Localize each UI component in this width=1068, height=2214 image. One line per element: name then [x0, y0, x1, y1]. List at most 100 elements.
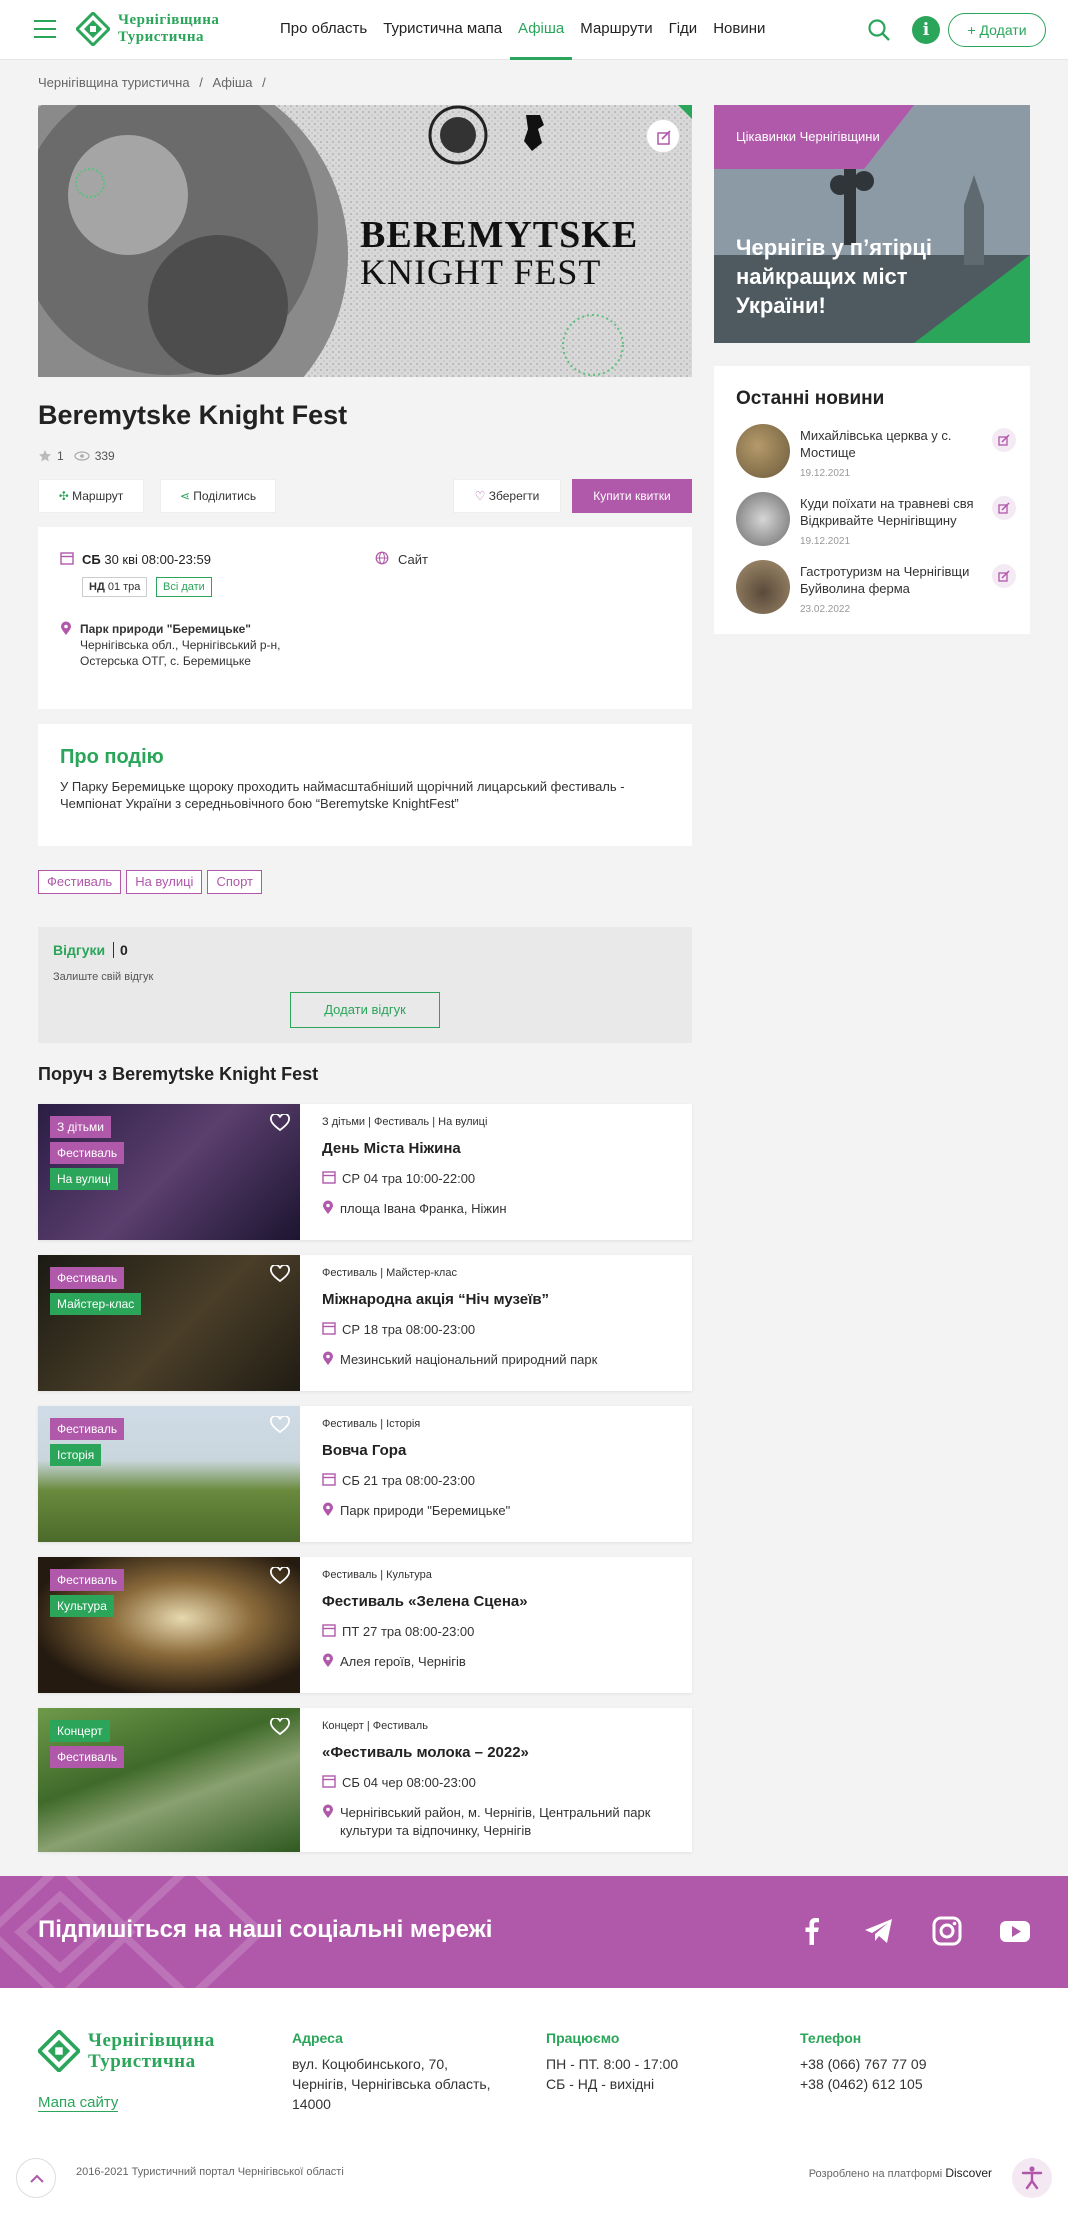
- website-link[interactable]: Сайт: [398, 552, 428, 567]
- nav-news[interactable]: Новини: [705, 0, 773, 60]
- breadcrumb-afisha[interactable]: Афіша: [212, 75, 252, 90]
- event-date: СБ 21 тра 08:00-23:00: [322, 1472, 682, 1490]
- news-item[interactable]: Михайлівська церква у с. Мостище 19.12.20…: [736, 424, 1016, 482]
- tag-sport[interactable]: Спорт: [207, 870, 262, 894]
- news-thumb: [736, 492, 790, 546]
- event-badge: Історія: [50, 1444, 102, 1466]
- add-button[interactable]: + Додати: [948, 13, 1046, 47]
- footer-logo-text: Чернігівщина Туристична: [88, 2030, 215, 2072]
- tag-festival[interactable]: Фестиваль: [38, 870, 122, 894]
- event-name[interactable]: «Фестиваль молока – 2022»: [322, 1744, 529, 1761]
- save-button[interactable]: ♡ Зберегти: [453, 479, 561, 513]
- event-location[interactable]: Парк природи "Беремицьке" Чернігівська о…: [80, 621, 281, 669]
- nearby-event-card[interactable]: Фестиваль Культура Фестиваль | Культура …: [38, 1557, 692, 1693]
- youtube-icon[interactable]: [998, 1914, 1032, 1948]
- event-place: площа Івана Франка, Ніжин: [322, 1200, 682, 1218]
- social-title: Підпишіться на наші соціальні мережі: [38, 1916, 493, 1943]
- heart-icon: ♡: [474, 489, 486, 503]
- tag-outdoor[interactable]: На вулиці: [126, 870, 203, 894]
- favorite-heart-icon[interactable]: [270, 1416, 290, 1434]
- instagram-icon[interactable]: [930, 1914, 964, 1948]
- promo-card[interactable]: Цікавинки Чернігівщини Чернігів у п’ятір…: [714, 105, 1030, 343]
- platform-link[interactable]: Discover: [945, 2166, 992, 2180]
- event-badges: Фестиваль Культура: [50, 1569, 125, 1621]
- breadcrumb-home[interactable]: Чернігівщина туристична: [38, 75, 190, 90]
- nav-about[interactable]: Про область: [272, 0, 375, 60]
- star-icon[interactable]: [38, 449, 52, 463]
- news-title: Михайлівська церква у с. Мостище: [800, 428, 952, 460]
- breadcrumb-separator: /: [199, 75, 203, 90]
- route-icon: ✣: [58, 489, 69, 503]
- share-button[interactable]: ⋖ Поділитись: [160, 479, 276, 513]
- event-badge: Майстер-клас: [50, 1293, 142, 1315]
- route-button-label: Маршрут: [72, 489, 124, 503]
- reviews-section: Відгуки 0 Залиште свій відгук Додати від…: [38, 927, 692, 1043]
- favorite-heart-icon[interactable]: [270, 1265, 290, 1283]
- edit-icon[interactable]: [992, 564, 1016, 588]
- calendar-icon: [322, 1624, 336, 1637]
- calendar-icon: [322, 1171, 336, 1184]
- location-pin-icon: [323, 1351, 333, 1365]
- accessibility-button[interactable]: [1012, 2158, 1052, 2198]
- all-dates-button[interactable]: Всі дати: [156, 577, 212, 597]
- event-name[interactable]: Фестиваль «Зелена Сцена»: [322, 1593, 528, 1610]
- favorite-heart-icon[interactable]: [270, 1567, 290, 1585]
- event-details: СБ 30 кві 08:00-23:59 НД 01 тра Всі дати…: [38, 527, 692, 709]
- nearby-event-card[interactable]: З дітьми Фестиваль На вулиці З дітьми | …: [38, 1104, 692, 1240]
- event-badges: Фестиваль Майстер-клас: [50, 1267, 142, 1319]
- rating-count: 1: [57, 449, 64, 463]
- views-count: 339: [94, 449, 115, 463]
- nav-routes[interactable]: Маршрути: [572, 0, 660, 60]
- favorite-heart-icon[interactable]: [270, 1718, 290, 1736]
- info-icon[interactable]: i: [912, 16, 940, 44]
- event-badges: Концерт Фестиваль: [50, 1720, 125, 1772]
- favorite-heart-icon[interactable]: [270, 1114, 290, 1132]
- nav-map[interactable]: Туристична мапа: [375, 0, 510, 60]
- phone-link[interactable]: +38 (066) 767 77 09: [800, 2054, 927, 2074]
- route-button[interactable]: ✣ Маршрут: [38, 479, 144, 513]
- news-title: Гастротуризм на Чернігівщи Буйволина ферм…: [800, 564, 970, 596]
- nearby-event-card[interactable]: Фестиваль Історія Фестиваль | Історія Во…: [38, 1406, 692, 1542]
- event-badge: Фестиваль: [50, 1418, 125, 1440]
- news-item[interactable]: Гастротуризм на Чернігівщи Буйволина ферм…: [736, 560, 1016, 618]
- social-band: Підпишіться на наші соціальні мережі: [0, 1876, 1068, 1988]
- event-name[interactable]: Міжнародна акція “Ніч музеїв”: [322, 1291, 549, 1308]
- nearby-title: Поруч з Beremytske Knight Fest: [38, 1064, 319, 1084]
- scroll-top-button[interactable]: [16, 2158, 56, 2198]
- event-thumbnail: Фестиваль Історія: [38, 1406, 300, 1542]
- nearby-event-card[interactable]: Концерт Фестиваль Концерт | Фестиваль «Ф…: [38, 1708, 692, 1852]
- share-icon: ⋖: [179, 489, 190, 503]
- event-place: Чернігівський район, м. Чернігів, Центра…: [322, 1804, 682, 1840]
- latest-news-title: Останні новини: [736, 388, 885, 409]
- edit-icon[interactable]: [646, 119, 680, 153]
- event-name[interactable]: Вовча Гора: [322, 1442, 406, 1459]
- footer-hours: Працюємо ПН - ПТ. 8:00 - 17:00 СБ - НД -…: [546, 2030, 679, 2092]
- sitemap-link[interactable]: Мапа сайту: [38, 2094, 119, 2112]
- footer-logo[interactable]: Чернігівщина Туристична: [38, 2028, 238, 2074]
- news-item[interactable]: Куди поїхати на травневі свя Відкривайте …: [736, 492, 1016, 550]
- event-thumbnail: З дітьми Фестиваль На вулиці: [38, 1104, 300, 1240]
- event-badge: Фестиваль: [50, 1746, 125, 1768]
- nav-guides[interactable]: Гіди: [661, 0, 706, 60]
- event-name[interactable]: День Міста Ніжина: [322, 1140, 461, 1157]
- event-badge: Концерт: [50, 1720, 110, 1742]
- edit-icon[interactable]: [992, 496, 1016, 520]
- event-date-primary: СБ 30 кві 08:00-23:59: [82, 552, 211, 567]
- search-icon[interactable]: [866, 17, 892, 43]
- event-place: Парк природи "Беремицьке": [322, 1502, 682, 1520]
- event-categories: Фестиваль | Майстер-клас: [322, 1267, 457, 1279]
- facebook-icon[interactable]: [795, 1914, 829, 1948]
- news-title: Куди поїхати на травневі свя Відкривайте …: [800, 496, 974, 528]
- menu-icon[interactable]: [34, 20, 56, 38]
- edit-icon[interactable]: [992, 428, 1016, 452]
- about-text: У Парку Беремицьке щороку проходить найм…: [60, 779, 625, 811]
- add-review-button[interactable]: Додати відгук: [290, 992, 440, 1028]
- nearby-event-card[interactable]: Фестиваль Майстер-клас Фестиваль | Майст…: [38, 1255, 692, 1391]
- calendar-icon: [322, 1775, 336, 1788]
- phone-link[interactable]: +38 (0462) 612 105: [800, 2074, 927, 2094]
- promo-badge: Цікавинки Чернігівщини: [736, 129, 880, 144]
- site-logo[interactable]: Чернігівщина Туристична: [76, 11, 236, 49]
- nav-afisha[interactable]: Афіша: [510, 0, 573, 60]
- buy-tickets-button[interactable]: Купити квитки: [572, 479, 692, 513]
- telegram-icon[interactable]: [862, 1914, 896, 1948]
